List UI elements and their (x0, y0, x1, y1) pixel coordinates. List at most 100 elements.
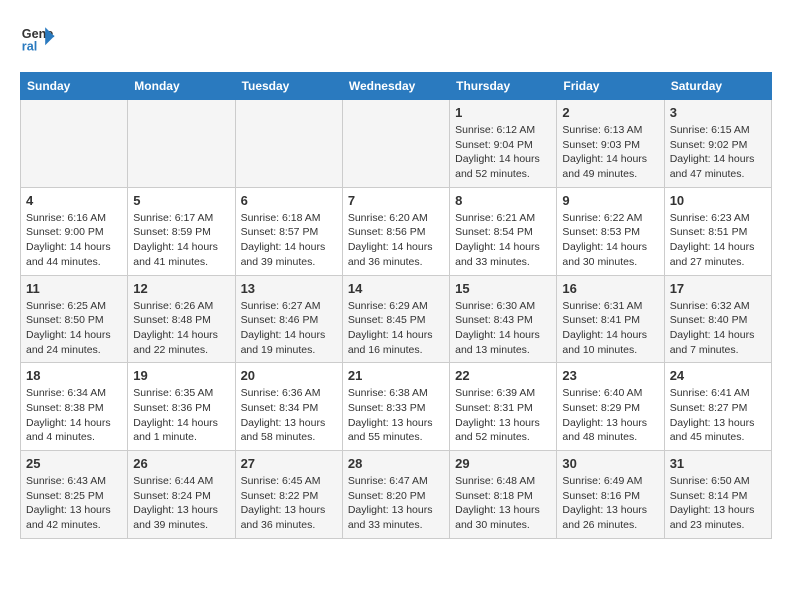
day-info: Sunrise: 6:36 AM Sunset: 8:34 PM Dayligh… (241, 386, 337, 445)
day-number: 4 (26, 193, 122, 208)
day-number: 2 (562, 105, 658, 120)
calendar-cell: 31 Sunrise: 6:50 AM Sunset: 8:14 PM Dayli… (664, 451, 771, 539)
day-info: Sunrise: 6:21 AM Sunset: 8:54 PM Dayligh… (455, 211, 551, 270)
day-number: 7 (348, 193, 444, 208)
day-number: 9 (562, 193, 658, 208)
day-info: Sunrise: 6:49 AM Sunset: 8:16 PM Dayligh… (562, 474, 658, 533)
week-row: 4 Sunrise: 6:16 AM Sunset: 9:00 PM Daylig… (21, 187, 772, 275)
day-number: 3 (670, 105, 766, 120)
day-number: 28 (348, 456, 444, 471)
week-row: 1 Sunrise: 6:12 AM Sunset: 9:04 PM Daylig… (21, 100, 772, 188)
day-info: Sunrise: 6:16 AM Sunset: 9:00 PM Dayligh… (26, 211, 122, 270)
calendar-cell: 21 Sunrise: 6:38 AM Sunset: 8:33 PM Dayli… (342, 363, 449, 451)
calendar-cell: 8 Sunrise: 6:21 AM Sunset: 8:54 PM Daylig… (450, 187, 557, 275)
day-info: Sunrise: 6:38 AM Sunset: 8:33 PM Dayligh… (348, 386, 444, 445)
calendar-body: 1 Sunrise: 6:12 AM Sunset: 9:04 PM Daylig… (21, 100, 772, 539)
header-cell: Wednesday (342, 73, 449, 100)
day-number: 30 (562, 456, 658, 471)
day-info: Sunrise: 6:17 AM Sunset: 8:59 PM Dayligh… (133, 211, 229, 270)
day-info: Sunrise: 6:35 AM Sunset: 8:36 PM Dayligh… (133, 386, 229, 445)
day-info: Sunrise: 6:45 AM Sunset: 8:22 PM Dayligh… (241, 474, 337, 533)
day-number: 18 (26, 368, 122, 383)
header-cell: Saturday (664, 73, 771, 100)
calendar-cell: 7Sunrise: 6:20 AM Sunset: 8:56 PM Daylig… (342, 187, 449, 275)
day-number: 17 (670, 281, 766, 296)
header-cell: Monday (128, 73, 235, 100)
calendar-cell: 12 Sunrise: 6:26 AM Sunset: 8:48 PM Dayli… (128, 275, 235, 363)
day-info: Sunrise: 6:22 AM Sunset: 8:53 PM Dayligh… (562, 211, 658, 270)
calendar-cell: 9 Sunrise: 6:22 AM Sunset: 8:53 PM Daylig… (557, 187, 664, 275)
header-cell: Tuesday (235, 73, 342, 100)
day-info: Sunrise: 6:18 AM Sunset: 8:57 PM Dayligh… (241, 211, 337, 270)
header-row: SundayMondayTuesdayWednesdayThursdayFrid… (21, 73, 772, 100)
week-row: 11Sunrise: 6:25 AM Sunset: 8:50 PM Dayli… (21, 275, 772, 363)
day-info: Sunrise: 6:30 AM Sunset: 8:43 PM Dayligh… (455, 299, 551, 358)
day-number: 21 (348, 368, 444, 383)
calendar-cell: 1 Sunrise: 6:12 AM Sunset: 9:04 PM Daylig… (450, 100, 557, 188)
week-row: 18 Sunrise: 6:34 AM Sunset: 8:38 PM Dayli… (21, 363, 772, 451)
day-number: 15 (455, 281, 551, 296)
svg-text:ral: ral (22, 40, 37, 54)
calendar-cell: 30 Sunrise: 6:49 AM Sunset: 8:16 PM Dayli… (557, 451, 664, 539)
day-info: Sunrise: 6:29 AM Sunset: 8:45 PM Dayligh… (348, 299, 444, 358)
day-number: 26 (133, 456, 229, 471)
calendar-header: SundayMondayTuesdayWednesdayThursdayFrid… (21, 73, 772, 100)
day-info: Sunrise: 6:40 AM Sunset: 8:29 PM Dayligh… (562, 386, 658, 445)
day-number: 22 (455, 368, 551, 383)
calendar-cell: 20 Sunrise: 6:36 AM Sunset: 8:34 PM Dayli… (235, 363, 342, 451)
day-info: Sunrise: 6:43 AM Sunset: 8:25 PM Dayligh… (26, 474, 122, 533)
calendar-cell: 23 Sunrise: 6:40 AM Sunset: 8:29 PM Dayli… (557, 363, 664, 451)
calendar-cell: 5 Sunrise: 6:17 AM Sunset: 8:59 PM Daylig… (128, 187, 235, 275)
day-info: Sunrise: 6:44 AM Sunset: 8:24 PM Dayligh… (133, 474, 229, 533)
day-info: Sunrise: 6:41 AM Sunset: 8:27 PM Dayligh… (670, 386, 766, 445)
day-number: 31 (670, 456, 766, 471)
day-info: Sunrise: 6:31 AM Sunset: 8:41 PM Dayligh… (562, 299, 658, 358)
day-info: Sunrise: 6:47 AM Sunset: 8:20 PM Dayligh… (348, 474, 444, 533)
calendar-cell: 11Sunrise: 6:25 AM Sunset: 8:50 PM Dayli… (21, 275, 128, 363)
header: Gene ral (20, 20, 772, 56)
calendar-cell: 18 Sunrise: 6:34 AM Sunset: 8:38 PM Dayli… (21, 363, 128, 451)
calendar-table: SundayMondayTuesdayWednesdayThursdayFrid… (20, 72, 772, 539)
calendar-cell: 19 Sunrise: 6:35 AM Sunset: 8:36 PM Dayli… (128, 363, 235, 451)
day-number: 1 (455, 105, 551, 120)
calendar-cell: 16 Sunrise: 6:31 AM Sunset: 8:41 PM Dayli… (557, 275, 664, 363)
day-info: Sunrise: 6:23 AM Sunset: 8:51 PM Dayligh… (670, 211, 766, 270)
calendar-cell: 4 Sunrise: 6:16 AM Sunset: 9:00 PM Daylig… (21, 187, 128, 275)
day-info: Sunrise: 6:50 AM Sunset: 8:14 PM Dayligh… (670, 474, 766, 533)
logo: Gene ral (20, 20, 62, 56)
day-number: 14 (348, 281, 444, 296)
calendar-cell: 2 Sunrise: 6:13 AM Sunset: 9:03 PM Daylig… (557, 100, 664, 188)
day-number: 13 (241, 281, 337, 296)
calendar-cell (128, 100, 235, 188)
day-info: Sunrise: 6:13 AM Sunset: 9:03 PM Dayligh… (562, 123, 658, 182)
day-info: Sunrise: 6:26 AM Sunset: 8:48 PM Dayligh… (133, 299, 229, 358)
day-info: Sunrise: 6:12 AM Sunset: 9:04 PM Dayligh… (455, 123, 551, 182)
day-number: 11 (26, 281, 122, 296)
day-number: 12 (133, 281, 229, 296)
day-info: Sunrise: 6:15 AM Sunset: 9:02 PM Dayligh… (670, 123, 766, 182)
calendar-cell: 22Sunrise: 6:39 AM Sunset: 8:31 PM Dayli… (450, 363, 557, 451)
calendar-cell: 3 Sunrise: 6:15 AM Sunset: 9:02 PM Daylig… (664, 100, 771, 188)
calendar-cell: 25Sunrise: 6:43 AM Sunset: 8:25 PM Dayli… (21, 451, 128, 539)
day-info: Sunrise: 6:27 AM Sunset: 8:46 PM Dayligh… (241, 299, 337, 358)
header-cell: Friday (557, 73, 664, 100)
day-number: 19 (133, 368, 229, 383)
day-number: 23 (562, 368, 658, 383)
day-info: Sunrise: 6:32 AM Sunset: 8:40 PM Dayligh… (670, 299, 766, 358)
day-number: 5 (133, 193, 229, 208)
calendar-cell: 14 Sunrise: 6:29 AM Sunset: 8:45 PM Dayli… (342, 275, 449, 363)
day-number: 20 (241, 368, 337, 383)
calendar-cell: 6Sunrise: 6:18 AM Sunset: 8:57 PM Daylig… (235, 187, 342, 275)
day-number: 16 (562, 281, 658, 296)
logo-icon: Gene ral (20, 20, 56, 56)
day-number: 8 (455, 193, 551, 208)
header-cell: Thursday (450, 73, 557, 100)
day-number: 24 (670, 368, 766, 383)
calendar-cell (21, 100, 128, 188)
calendar-cell (342, 100, 449, 188)
calendar-cell: 13 Sunrise: 6:27 AM Sunset: 8:46 PM Dayli… (235, 275, 342, 363)
header-cell: Sunday (21, 73, 128, 100)
calendar-cell: 17 Sunrise: 6:32 AM Sunset: 8:40 PM Dayli… (664, 275, 771, 363)
calendar-cell: 28 Sunrise: 6:47 AM Sunset: 8:20 PM Dayli… (342, 451, 449, 539)
day-info: Sunrise: 6:34 AM Sunset: 8:38 PM Dayligh… (26, 386, 122, 445)
